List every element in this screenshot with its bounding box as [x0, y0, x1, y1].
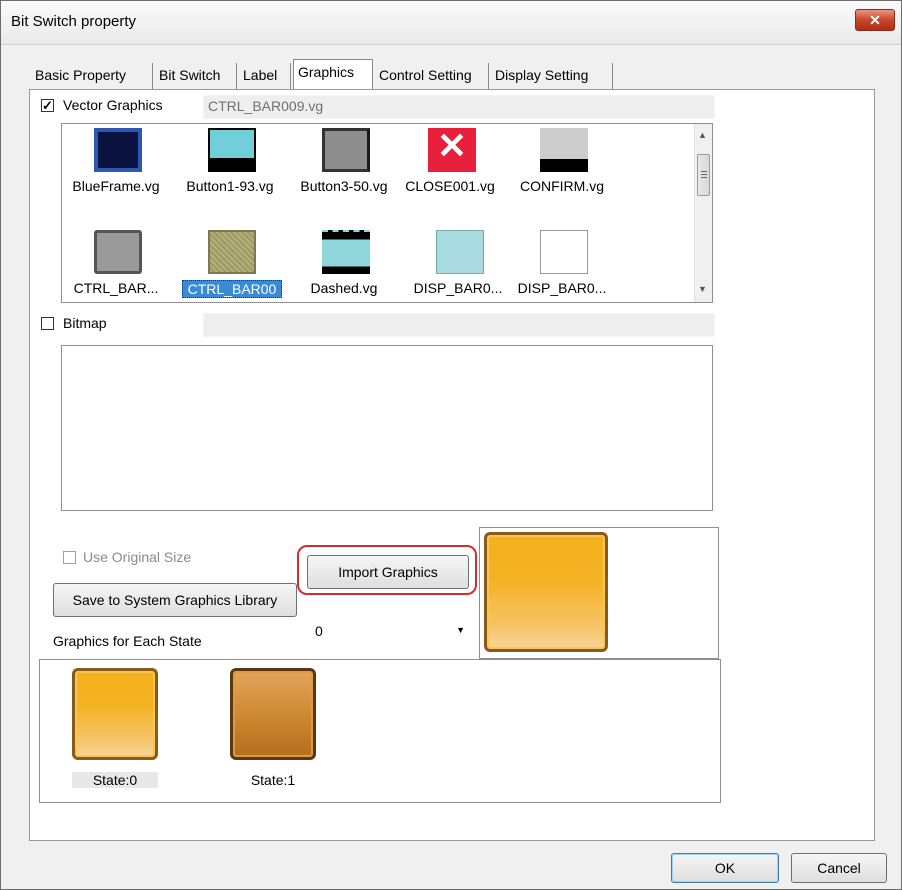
- disp-bar-thumbnail: [436, 230, 484, 274]
- state-1-caption: State:1: [250, 772, 296, 788]
- state-0-caption: State:0: [72, 772, 158, 788]
- graphics-for-each-state-label: Graphics for Each State: [53, 633, 202, 649]
- window-title: Bit Switch property: [11, 13, 137, 30]
- scroll-thumb[interactable]: [697, 154, 710, 196]
- cancel-button[interactable]: Cancel: [791, 853, 887, 883]
- use-original-size-checkbox: [63, 551, 76, 564]
- checkmark-icon: ✓: [42, 98, 53, 113]
- button-thumbnail: [322, 128, 370, 172]
- tab-display-setting[interactable]: Display Setting: [489, 63, 613, 89]
- scroll-down-icon[interactable]: ▼: [698, 284, 707, 294]
- state-1-graphic: [230, 668, 316, 760]
- vector-graphics-list[interactable]: BlueFrame.vg Button1-93.vg Button3-50.vg…: [61, 123, 713, 303]
- vector-graphics-label: Vector Graphics: [63, 97, 163, 113]
- save-to-system-graphics-library-button[interactable]: Save to System Graphics Library: [53, 583, 297, 617]
- state-select[interactable]: 0 ▼: [309, 619, 473, 645]
- graphics-preview: [479, 527, 719, 659]
- ctrl-bar-thumbnail: [208, 230, 256, 274]
- close-thumbnail-icon: ✕: [428, 128, 476, 172]
- ctrl-bar-thumbnail: [94, 230, 142, 274]
- bitmap-label: Bitmap: [63, 315, 107, 331]
- tab-bit-switch[interactable]: Bit Switch: [153, 63, 237, 89]
- confirm-thumbnail: [540, 128, 588, 172]
- bitmap-checkbox[interactable]: [41, 317, 54, 330]
- close-icon: ✕: [869, 12, 881, 28]
- state-0-graphic: [72, 668, 158, 760]
- tab-graphics[interactable]: Graphics: [293, 59, 373, 90]
- preview-graphic: [484, 532, 608, 652]
- bitmap-list[interactable]: [61, 345, 713, 511]
- button-thumbnail: [208, 128, 256, 172]
- use-original-size-label: Use Original Size: [83, 549, 192, 565]
- scroll-up-icon[interactable]: ▲: [698, 130, 707, 140]
- vector-graphics-checkbox[interactable]: ✓: [41, 99, 54, 112]
- bitmap-file-field: [203, 313, 715, 337]
- blue-frame-thumbnail: [94, 128, 142, 172]
- tab-basic-property[interactable]: Basic Property: [29, 63, 153, 89]
- dashed-thumbnail: [322, 230, 370, 274]
- close-button[interactable]: ✕: [855, 9, 895, 31]
- vector-list-scrollbar[interactable]: ▲ ▼: [694, 124, 712, 302]
- ok-button[interactable]: OK: [671, 853, 779, 883]
- tab-label[interactable]: Label: [237, 63, 291, 89]
- title-bar[interactable]: Bit Switch property ✕: [1, 1, 901, 45]
- vector-file-field: CTRL_BAR009.vg: [203, 95, 715, 119]
- state-select-value: 0: [315, 623, 323, 639]
- bit-switch-property-dialog: Bit Switch property ✕ Basic Property Bit…: [0, 0, 902, 890]
- chevron-down-icon: ▼: [456, 625, 465, 635]
- import-graphics-button[interactable]: Import Graphics: [307, 555, 469, 589]
- tab-control-setting[interactable]: Control Setting: [373, 63, 489, 89]
- state-graphics-list[interactable]: State:0 State:1: [39, 659, 721, 803]
- disp-bar-thumbnail: [540, 230, 588, 274]
